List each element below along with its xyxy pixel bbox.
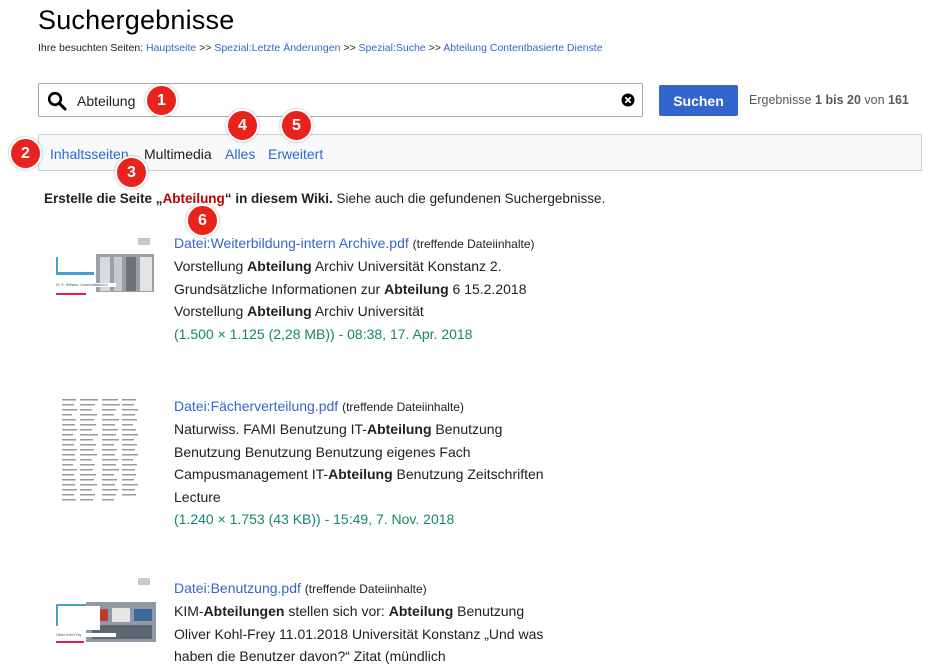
breadcrumb-separator: >> — [343, 42, 356, 54]
result-thumbnail[interactable] — [58, 393, 154, 511]
create-page-link[interactable]: Abteilung — [163, 191, 225, 206]
result-meta: (1.500 × 1.125 (2,28 MB)) - 08:38, 17. A… — [174, 325, 473, 342]
result-title-link[interactable]: Datei:Fächerverteilung.pdf — [174, 398, 338, 414]
thumbnail-author: Oliver Kohl-Frey — [56, 633, 116, 637]
tab-multimedia[interactable]: Multimedia — [144, 146, 212, 162]
breadcrumb-separator: >> — [428, 42, 441, 54]
search-result: Datei:Benutzung.pdf (treffende Dateiinha… — [174, 577, 554, 668]
clear-icon[interactable] — [621, 93, 635, 107]
thumbnail-caption: KIM-Abteilungen stellen sich vor: Abteil… — [58, 606, 100, 630]
breadcrumb: Ihre besuchten Seiten: Hauptseite >> Spe… — [38, 42, 603, 54]
breadcrumb-prefix: Ihre besuchten Seiten: — [38, 42, 144, 54]
breadcrumb-separator: >> — [199, 42, 212, 54]
tab-erweitert[interactable]: Erweitert — [268, 146, 323, 162]
search-result: Datei:Fächerverteilung.pdf (treffende Da… — [174, 395, 554, 530]
page-title: Suchergebnisse — [38, 5, 235, 35]
result-title-link[interactable]: Datei:Weiterbildung-intern Archive.pdf — [174, 235, 409, 251]
search-box[interactable] — [38, 83, 643, 117]
breadcrumb-link-hauptseite[interactable]: Hauptseite — [146, 42, 196, 54]
result-title-link[interactable]: Datei:Benutzung.pdf — [174, 580, 301, 596]
search-profile-bar: Inhaltsseiten Multimedia Alles Erweitert — [38, 134, 922, 171]
result-type: (treffende Dateiinhalte) — [342, 400, 464, 414]
tab-alles[interactable]: Alles — [225, 146, 255, 162]
tab-inhaltsseiten[interactable]: Inhaltsseiten — [50, 146, 129, 162]
callout-marker: 1 — [145, 84, 178, 117]
breadcrumb-link-abteilung-contentbasierte-dienste[interactable]: Abteilung Contentbasierte Dienste — [443, 42, 602, 54]
callout-marker: 3 — [115, 156, 148, 189]
callout-marker: 5 — [280, 109, 313, 142]
search-icon — [47, 91, 67, 111]
callout-marker: 4 — [226, 109, 259, 142]
result-type: (treffende Dateiinhalte) — [412, 237, 535, 251]
callout-marker: 6 — [186, 204, 219, 237]
search-result: Datei:Weiterbildung-intern Archive.pdf (… — [174, 232, 554, 345]
thumbnail-caption: Vorstellung Abteilung Archiv — [58, 254, 94, 272]
thumbnail-author: Dr. E. Wilhelm, Universitätsarchiv — [56, 283, 116, 287]
breadcrumb-link-suche[interactable]: Spezial:Suche — [359, 42, 426, 54]
callout-marker: 2 — [9, 137, 42, 170]
result-snippet: Vorstellung Abteilung Archiv Universität… — [174, 258, 527, 319]
results-count: Ergebnisse 1 bis 20 von 161 — [749, 93, 909, 107]
result-type: (treffende Dateiinhalte) — [304, 582, 427, 596]
result-meta: (1.240 × 1.753 (43 KB)) - 15:49, 7. Nov.… — [174, 511, 455, 527]
search-button[interactable]: Suchen — [659, 85, 738, 116]
breadcrumb-link-letzte-aenderungen[interactable]: Spezial:Letzte Änderungen — [214, 42, 340, 54]
result-snippet: Naturwiss. FAMI Benutzung IT-Abteilung B… — [174, 421, 544, 505]
create-page-notice: Erstelle die Seite „Abteilung“ in diesem… — [44, 191, 606, 206]
result-snippet: KIM-Abteilungen stellen sich vor: Abteil… — [174, 603, 544, 664]
